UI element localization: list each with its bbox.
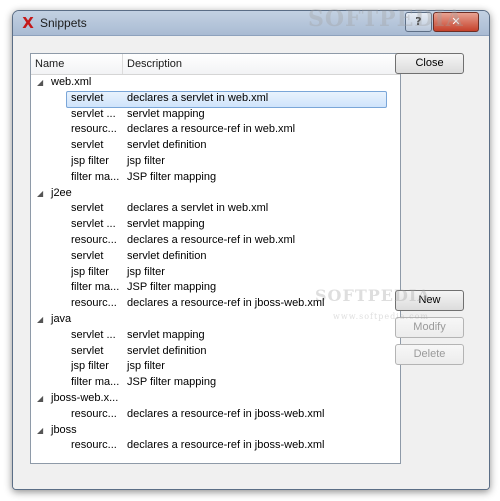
tree-rows: ◢ web.xml servlet declares a servlet in web… [31, 75, 400, 454]
title-bar[interactable]: X Snippets ? ✕ [13, 11, 489, 36]
snippet-description: JSP filter mapping [127, 281, 217, 294]
snippet-description: servlet mapping [127, 328, 205, 341]
snippet-row[interactable]: servlet servlet definition [31, 138, 400, 154]
snippet-row[interactable]: resourc... declares a resource-ref in jbo… [31, 407, 400, 423]
delete-button[interactable]: Delete [395, 344, 464, 365]
snippets-dialog: X Snippets ? ✕ Name Description ◢ web.xml… [12, 10, 490, 490]
snippet-row[interactable]: servlet ... servlet mapping [31, 328, 400, 344]
snippet-description: jsp filter [127, 360, 165, 373]
snippet-row[interactable]: resourc... declares a resource-ref in web… [31, 233, 400, 249]
new-button[interactable]: New [395, 290, 464, 311]
expand-collapse-icon[interactable]: ◢ [37, 75, 43, 91]
snippets-tree[interactable]: Name Description ◢ web.xml servlet declares… [30, 53, 401, 464]
snippet-row[interactable]: filter ma... JSP filter mapping [31, 280, 400, 296]
snippet-description: declares a resource-ref in web.xml [127, 123, 296, 136]
tree-group[interactable]: ◢ java [31, 312, 400, 328]
snippet-description: jsp filter [127, 154, 165, 167]
snippet-description: servlet mapping [127, 218, 205, 231]
snippet-description: declares a resource-ref in jboss-web.xml [127, 407, 325, 420]
snippet-name: servlet ... [71, 107, 116, 120]
column-header-name[interactable]: Name [31, 54, 123, 74]
tree-group-label: j2ee [51, 186, 72, 199]
tree-group-label: jboss [51, 423, 77, 436]
snippet-name: filter ma... [71, 170, 120, 183]
modify-button[interactable]: Modify [395, 317, 464, 338]
snippet-name: filter ma... [71, 281, 120, 294]
snippet-name: servlet [71, 249, 104, 262]
snippet-name: resourc... [71, 297, 117, 310]
snippet-description: declares a resource-ref in jboss-web.xml [127, 439, 325, 452]
snippet-description: JSP filter mapping [127, 170, 217, 183]
snippet-row[interactable]: filter ma... JSP filter mapping [31, 170, 400, 186]
snippet-row[interactable]: jsp filter jsp filter [31, 265, 400, 281]
snippet-name: servlet [71, 344, 104, 357]
column-header-description[interactable]: Description [123, 54, 397, 74]
tree-group-label: jboss-web.x... [51, 391, 119, 404]
snippet-description: declares a resource-ref in jboss-web.xml [127, 297, 325, 310]
snippet-name: resourc... [71, 407, 117, 420]
help-button[interactable]: ? [405, 12, 432, 32]
snippet-description: jsp filter [127, 265, 165, 278]
expand-collapse-icon[interactable]: ◢ [37, 186, 43, 202]
snippet-name: jsp filter [71, 360, 109, 373]
window-title: Snippets [40, 16, 87, 30]
snippet-row[interactable]: resourc... declares a resource-ref in jbo… [31, 438, 400, 454]
snippet-description: declares a servlet in web.xml [127, 91, 269, 104]
snippet-row[interactable]: servlet declares a servlet in web.xml [31, 201, 400, 217]
snippet-name: servlet [71, 139, 104, 152]
snippet-name: servlet [71, 91, 104, 104]
snippet-description: JSP filter mapping [127, 376, 217, 389]
snippet-name: jsp filter [71, 265, 109, 278]
tree-group-label: java [51, 312, 72, 325]
tree-group[interactable]: ◢ jboss-web.x... [31, 391, 400, 407]
snippet-row[interactable]: jsp filter jsp filter [31, 359, 400, 375]
snippet-row[interactable]: servlet servlet definition [31, 344, 400, 360]
snippet-description: declares a servlet in web.xml [127, 202, 269, 215]
tree-group[interactable]: ◢ web.xml [31, 75, 400, 91]
snippet-name: servlet ... [71, 328, 116, 341]
snippet-name: filter ma... [71, 376, 120, 389]
tree-group[interactable]: ◢ j2ee [31, 186, 400, 202]
snippet-description: servlet mapping [127, 107, 205, 120]
snippet-name: servlet ... [71, 218, 116, 231]
snippet-row[interactable]: servlet servlet definition [31, 249, 400, 265]
app-x-icon: X [22, 14, 34, 32]
snippet-name: servlet [71, 202, 104, 215]
snippet-description: servlet definition [127, 139, 207, 152]
snippet-row[interactable]: jsp filter jsp filter [31, 154, 400, 170]
snippet-row[interactable]: filter ma... JSP filter mapping [31, 375, 400, 391]
snippet-row[interactable]: servlet ... servlet mapping [31, 107, 400, 123]
tree-group-label: web.xml [51, 76, 92, 88]
snippet-description: servlet definition [127, 344, 207, 357]
snippet-name: jsp filter [71, 154, 109, 167]
snippet-name: resourc... [71, 123, 117, 136]
tree-group[interactable]: ◢ jboss [31, 423, 400, 439]
dialog-content: Name Description ◢ web.xml servlet declares… [13, 36, 489, 489]
expand-collapse-icon[interactable]: ◢ [37, 423, 43, 439]
snippet-row[interactable]: servlet declares a servlet in web.xml [31, 90, 400, 108]
snippet-name: resourc... [71, 233, 117, 246]
close-button[interactable]: Close [395, 53, 464, 74]
snippet-name: resourc... [71, 439, 117, 452]
snippet-description: declares a resource-ref in web.xml [127, 233, 296, 246]
snippet-description: servlet definition [127, 249, 207, 262]
tree-header: Name Description [31, 54, 400, 75]
expand-collapse-icon[interactable]: ◢ [37, 391, 43, 407]
snippet-row[interactable]: servlet ... servlet mapping [31, 217, 400, 233]
window-close-button[interactable]: ✕ [433, 12, 479, 32]
snippet-row[interactable]: resourc... declares a resource-ref in jbo… [31, 296, 400, 312]
expand-collapse-icon[interactable]: ◢ [37, 312, 43, 328]
snippet-row[interactable]: resourc... declares a resource-ref in web… [31, 122, 400, 138]
